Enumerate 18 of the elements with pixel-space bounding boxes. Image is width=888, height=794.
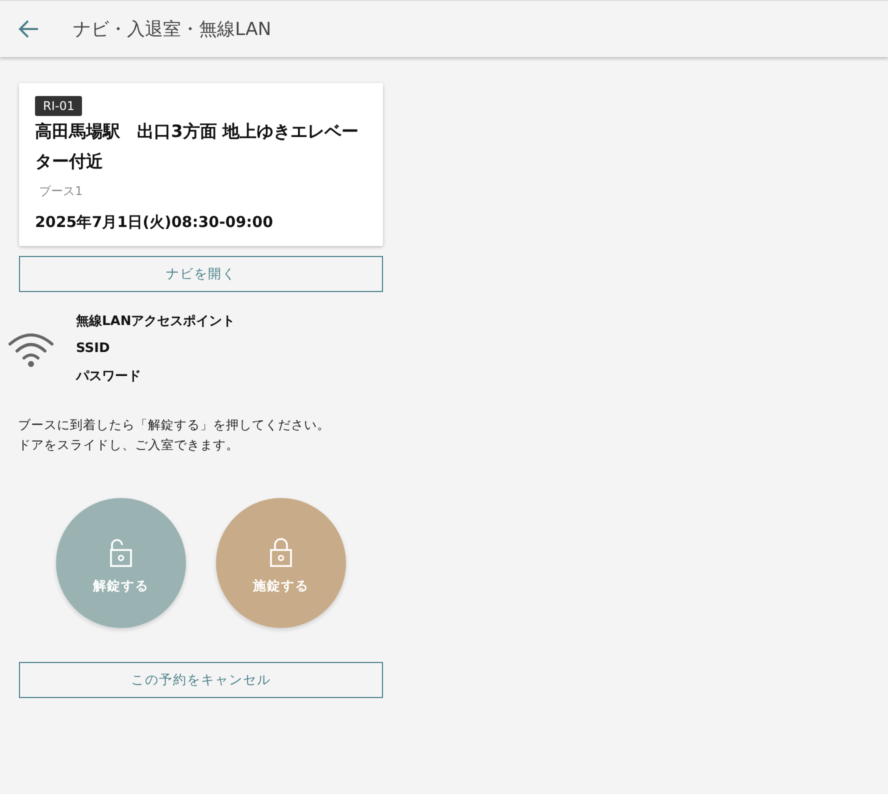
booth-code-tag: RI-01: [35, 96, 82, 116]
cancel-reservation-button[interactable]: この予約をキャンセル: [19, 662, 383, 698]
padlock-icon: [267, 537, 295, 569]
wifi-label: SSID: [76, 341, 111, 356]
instruction-text: ドアをスライドし、ご入室できます。: [18, 436, 240, 454]
location-name: 高田馬場駅 出口3方面 地上ゆきエレベーター付近: [35, 121, 360, 174]
back-arrow-icon[interactable]: [18, 18, 40, 40]
unlocked-padlock-icon: [107, 537, 135, 569]
page-title: ナビ・入退室・無線LAN: [73, 18, 272, 41]
unlock-button[interactable]: 解錠する: [56, 498, 186, 628]
wifi-label: 無線LANアクセスポイント: [76, 313, 236, 330]
booth-name: ブース1: [39, 183, 83, 200]
wifi-icon: [7, 330, 55, 366]
wifi-label: パスワード: [76, 368, 142, 385]
reservation-datetime: 2025年7月1日(火)08:30-09:00: [35, 213, 274, 232]
open-navigation-button[interactable]: ナビを開く: [19, 256, 383, 292]
instruction-text: ブースに到着したら「解錠する」を押してください。: [18, 416, 331, 434]
lock-button[interactable]: 施錠する: [216, 498, 346, 628]
